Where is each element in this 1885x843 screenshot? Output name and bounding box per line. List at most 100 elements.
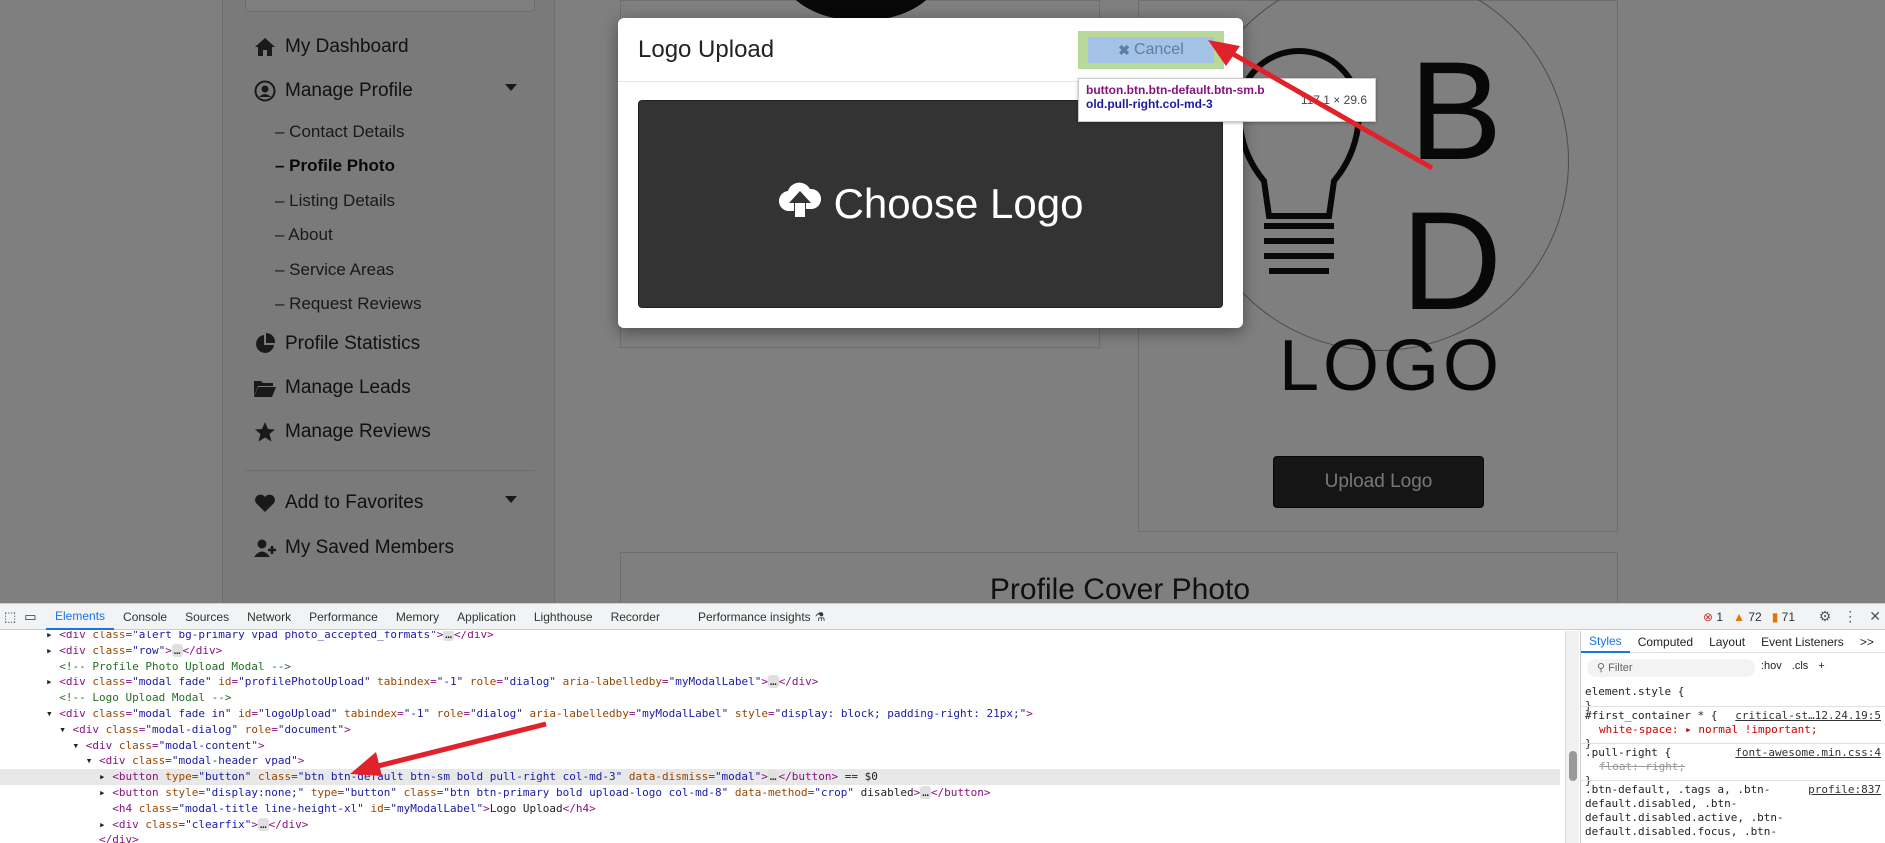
dom-node-text: <!-- Profile Photo Upload Modal --> bbox=[59, 659, 292, 673]
tab-recorder[interactable]: Recorder bbox=[602, 604, 669, 630]
dom-node-line[interactable]: ▸ <button type="button" class="btn btn-d… bbox=[0, 769, 1560, 786]
dom-node-indent bbox=[0, 660, 59, 673]
dom-node-text: <div class="clearfix">… </div> bbox=[112, 817, 309, 831]
dom-node-indent: ▸ bbox=[46, 643, 60, 657]
dom-node-text: <div class="modal fade in" id="logoUploa… bbox=[59, 707, 1033, 720]
rule-source-link[interactable]: critical-st…12.24.19:5 bbox=[1735, 709, 1881, 723]
elements-tree: ▸ <div class="alert bg-primary vpad phot… bbox=[0, 631, 1565, 843]
cancel-button[interactable]: ✖ Cancel bbox=[1088, 37, 1214, 63]
dom-node-text: <div class="modal-header vpad"> bbox=[98, 754, 305, 768]
rule-source-link[interactable]: font-awesome.min.css:4 bbox=[1735, 746, 1881, 760]
dom-node-text: <button style="display:none;" type="butt… bbox=[112, 786, 991, 799]
tab-application[interactable]: Application bbox=[448, 604, 525, 630]
choose-logo-label: Choose Logo bbox=[833, 180, 1084, 227]
tab-lighthouse[interactable]: Lighthouse bbox=[525, 604, 602, 630]
tab-styles[interactable]: Styles bbox=[1581, 631, 1630, 653]
rule-selector: element.style { bbox=[1585, 685, 1685, 698]
modal-title: Logo Upload bbox=[638, 36, 775, 63]
choose-logo-dropzone[interactable]: Choose Logo bbox=[638, 100, 1223, 308]
elements-scrollbar[interactable] bbox=[1565, 631, 1579, 843]
tab-event-listeners[interactable]: Event Listeners bbox=[1753, 631, 1852, 653]
dom-node-text: <div class="modal-content"> bbox=[85, 738, 265, 752]
error-count-value: 1 bbox=[1716, 610, 1724, 624]
dom-node-line[interactable]: ▸ <button style="display:none;" type="bu… bbox=[0, 785, 1560, 801]
tab-network[interactable]: Network bbox=[238, 604, 300, 630]
tab-console[interactable]: Console bbox=[114, 604, 176, 630]
cls-toggle[interactable]: .cls bbox=[1792, 660, 1809, 672]
dom-node-indent bbox=[0, 802, 112, 815]
dom-node-text: <div class="modal fade" id="profilePhoto… bbox=[59, 675, 819, 689]
logo-upload-modal: Logo Upload ✖ Cancel Choose Logo bbox=[618, 18, 1243, 328]
more-vert-icon[interactable]: ⋮ bbox=[1843, 608, 1857, 625]
cancel-label: Cancel bbox=[1133, 41, 1184, 58]
dom-node-text: <div class="alert bg-primary vpad photo_… bbox=[59, 631, 494, 641]
dom-node-text: <h4 class="modal-title line-height-xl" i… bbox=[112, 801, 596, 815]
dom-node-line[interactable]: ▾ <div class="modal-dialog" role="docume… bbox=[0, 722, 1560, 738]
styles-pane: Styles Computed Layout Event Listeners >… bbox=[1580, 631, 1885, 843]
dom-node-text: </div> bbox=[98, 833, 139, 843]
dom-node-indent: ▾ bbox=[46, 754, 99, 768]
tab-layout[interactable]: Layout bbox=[1701, 631, 1753, 653]
rule-property[interactable]: white-space: ▸ normal !important; bbox=[1585, 723, 1881, 737]
dom-node-line[interactable]: ▸ <div class="modal fade" id="profilePho… bbox=[0, 674, 1560, 690]
styles-tab-bar: Styles Computed Layout Event Listeners >… bbox=[1581, 631, 1885, 653]
tab-computed[interactable]: Computed bbox=[1630, 631, 1701, 653]
warning-count-value: 72 bbox=[1748, 610, 1762, 624]
dom-node-line[interactable]: <h4 class="modal-title line-height-xl" i… bbox=[0, 801, 1560, 817]
rule-property[interactable]: float: right; bbox=[1585, 760, 1881, 774]
rule-divider bbox=[1581, 743, 1885, 744]
dom-node-text: <!-- Logo Upload Modal --> bbox=[59, 691, 232, 705]
tab-elements[interactable]: Elements bbox=[46, 604, 115, 630]
dom-node-line[interactable]: ▸ <div class="alert bg-primary vpad phot… bbox=[0, 631, 1560, 643]
dom-node-indent: ▸ bbox=[46, 631, 60, 641]
dom-node-line[interactable]: ▾ <div class="modal-content"> bbox=[0, 738, 1560, 754]
tab-more[interactable]: >> bbox=[1852, 631, 1882, 653]
dom-node-text: <div class="modal-dialog" role="document… bbox=[72, 722, 351, 736]
dom-node-line[interactable]: </div> bbox=[0, 832, 1560, 843]
dom-node-indent bbox=[0, 691, 59, 704]
dom-node-line[interactable]: ▾ <div class="modal fade in" id="logoUpl… bbox=[0, 706, 1560, 722]
dom-node-indent: ▾ bbox=[46, 722, 73, 736]
modal-header: Logo Upload ✖ Cancel bbox=[618, 18, 1243, 82]
dom-node-line[interactable]: ▸ <div class="clearfix">… </div> bbox=[0, 817, 1560, 833]
warning-icon: ▲ bbox=[1733, 610, 1745, 624]
dom-node-line[interactable]: <!-- Profile Photo Upload Modal --> bbox=[0, 659, 1560, 675]
style-rule[interactable]: .btn-default, .tags a, .btn-default.disa… bbox=[1585, 783, 1881, 839]
devtools-left-icons: ⬚ ▭ bbox=[0, 604, 46, 630]
scrollbar-thumb[interactable] bbox=[1569, 751, 1577, 781]
page: My Dashboard Manage Profile – Contact De… bbox=[0, 0, 1885, 843]
devtools-status[interactable]: ⊗ 1 ▲ 72 ▮ 71 bbox=[1703, 610, 1795, 624]
dom-node-line[interactable]: ▾ <div class="modal-header vpad"> bbox=[0, 753, 1560, 769]
dom-node-line[interactable]: <!-- Logo Upload Modal --> bbox=[0, 690, 1560, 706]
tab-memory[interactable]: Memory bbox=[387, 604, 448, 630]
device-toolbar-icon[interactable]: ▭ bbox=[24, 609, 36, 625]
inspect-element-icon[interactable]: ⬚ bbox=[4, 609, 16, 625]
styles-filter-input[interactable]: ⚲ Filter bbox=[1587, 659, 1755, 677]
new-rule-button[interactable]: + bbox=[1818, 660, 1824, 672]
annotation-arrow-top bbox=[1208, 40, 1434, 171]
flask-icon: ⚗ bbox=[814, 609, 826, 624]
close-icon: ✖ bbox=[1118, 41, 1130, 58]
error-icon: ⊗ bbox=[1703, 610, 1714, 624]
style-rule[interactable]: .pull-right {font-awesome.min.css:4 float… bbox=[1585, 746, 1881, 788]
gear-icon[interactable]: ⚙ bbox=[1819, 608, 1832, 625]
issue-count-value: 71 bbox=[1781, 610, 1795, 624]
style-rule[interactable]: #first_container * {critical-st…12.24.19… bbox=[1585, 709, 1881, 751]
tab-performance[interactable]: Performance bbox=[300, 604, 387, 630]
issue-icon: ▮ bbox=[1771, 610, 1779, 624]
annotation-arrow-bottom bbox=[350, 721, 547, 776]
rule-divider bbox=[1581, 706, 1885, 707]
website-page: My Dashboard Manage Profile – Contact De… bbox=[0, 0, 1885, 603]
rule-source-link[interactable]: profile:837 bbox=[1808, 783, 1881, 797]
devtools-panel: ⬚ ▭ Elements Console Sources Network Per… bbox=[0, 603, 1885, 843]
dom-node-text: <div class="row">… </div> bbox=[59, 643, 223, 657]
tab-label: Performance insights bbox=[697, 609, 811, 624]
dom-node-line[interactable]: ▸ <div class="row">… </div> bbox=[0, 643, 1560, 659]
tab-sources[interactable]: Sources bbox=[176, 604, 238, 630]
hov-toggle[interactable]: :hov bbox=[1761, 660, 1782, 672]
filter-placeholder: Filter bbox=[1608, 662, 1633, 674]
tab-performance-insights[interactable]: Performance insights ⚗ bbox=[689, 604, 834, 630]
styles-filter-tools: :hov .cls + bbox=[1761, 660, 1825, 672]
dom-node-indent: ▾ bbox=[46, 707, 60, 720]
close-icon[interactable]: ✕ bbox=[1869, 608, 1881, 625]
